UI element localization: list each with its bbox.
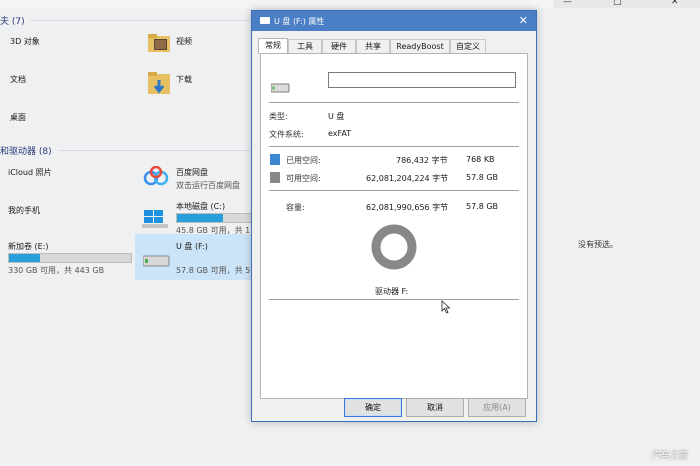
name-separator	[269, 102, 519, 103]
space-separator	[269, 190, 519, 191]
folders-section-header[interactable]: 夫 (7)	[0, 14, 25, 27]
downloads-folder-icon	[147, 70, 171, 102]
preview-pane-text: 没有预选。	[578, 240, 618, 249]
new-volume-title[interactable]: 新加卷 (E:)	[8, 241, 49, 252]
baidu-netdisk-title[interactable]: 百度网盘	[176, 167, 208, 178]
baidu-netdisk-icon	[143, 165, 169, 190]
capacity-label: 容量:	[286, 203, 305, 212]
baidu-netdisk-subtitle: 双击运行百度网盘	[176, 181, 240, 190]
usb-drive-info: 57.8 GB 可用，共 57	[176, 266, 256, 275]
free-space-label: 可用空间:	[286, 174, 321, 183]
used-space-size: 768 KB	[466, 155, 495, 164]
my-phone-label[interactable]: 我的手机	[8, 205, 40, 216]
folder-desktop-label[interactable]: 桌面	[10, 112, 26, 123]
used-space-swatch	[270, 154, 280, 165]
capacity-size: 57.8 GB	[466, 202, 499, 211]
used-space-bytes: 786,432 字节	[396, 156, 448, 165]
folder-documents-label[interactable]: 文档	[10, 74, 26, 85]
video-folder-icon	[147, 32, 171, 56]
tab-sharing[interactable]: 共享	[356, 39, 390, 53]
local-disk-usage-bar	[176, 213, 252, 223]
tab-hardware[interactable]: 硬件	[322, 39, 356, 53]
folder-downloads-label[interactable]: 下载	[176, 74, 192, 85]
cancel-button[interactable]: 取消	[406, 398, 464, 417]
close-button[interactable]: ✕	[671, 0, 679, 7]
drive-usage-donut	[371, 224, 417, 270]
type-label: 类型:	[269, 112, 288, 121]
apply-button[interactable]: 应用(A)	[468, 398, 526, 417]
mouse-cursor-icon	[441, 300, 451, 314]
dialog-close-button[interactable]: ✕	[519, 14, 528, 27]
dialog-titlebar[interactable]: U 盘 (F:) 属性 ✕	[252, 11, 536, 31]
icloud-photos-label[interactable]: iCloud 照片	[8, 167, 52, 178]
new-volume-info: 330 GB 可用，共 443 GB	[8, 266, 105, 275]
usb-drive-icon	[270, 82, 291, 96]
tab-readyboost[interactable]: ReadyBoost	[390, 39, 450, 53]
used-space-label: 已用空间:	[286, 156, 321, 165]
folder-videos-label[interactable]: 视频	[176, 36, 192, 47]
free-space-bytes: 62,081,204,224 字节	[366, 174, 449, 183]
ok-button[interactable]: 确定	[344, 398, 402, 417]
filesystem-value: exFAT	[328, 129, 352, 138]
tab-general[interactable]: 常规	[258, 38, 288, 54]
drive-title-icon	[260, 17, 270, 24]
type-value: U 盘	[328, 112, 345, 121]
free-space-swatch	[270, 172, 280, 183]
usb-properties-dialog: U 盘 (F:) 属性 ✕ 常规 工具 硬件 共享 ReadyBoost 自定义…	[251, 10, 537, 422]
devices-section-header[interactable]: 和驱动器 (8)	[0, 144, 52, 157]
type-separator	[269, 146, 519, 147]
tab-customize[interactable]: 自定义	[450, 39, 486, 53]
usb-drive-icon	[142, 253, 171, 271]
drive-letter-label: 驱动器 F:	[375, 287, 409, 296]
watermark-logo: 汽车之家	[652, 451, 689, 461]
usb-drive-title[interactable]: U 盘 (F:)	[176, 241, 208, 252]
general-tab-panel: 类型: U 盘 文件系统: exFAT 已用空间: 786,432 字节 768…	[260, 53, 528, 399]
free-space-size: 57.8 GB	[466, 173, 499, 182]
3d-objects-label: 3D 对象	[10, 37, 40, 46]
drive-name-input[interactable]	[328, 72, 516, 88]
free-space-ring	[371, 224, 417, 270]
maximize-button[interactable]: □	[613, 0, 622, 7]
filesystem-label: 文件系统:	[269, 130, 304, 139]
local-disk-title[interactable]: 本地磁盘 (C:)	[176, 201, 225, 212]
tab-tools[interactable]: 工具	[288, 39, 322, 53]
new-volume-usage-bar	[8, 253, 132, 263]
local-disk-usage-fill	[177, 214, 223, 222]
devices-section-divider	[58, 150, 250, 151]
minimize-button[interactable]: —	[563, 0, 572, 7]
local-disk-icon	[142, 207, 170, 231]
new-volume-usage-fill	[9, 254, 41, 262]
capacity-bytes: 62,081,990,656 字节	[366, 203, 449, 212]
dialog-title: U 盘 (F:) 属性	[274, 17, 325, 26]
folders-section-divider	[30, 20, 250, 21]
window-controls: — □ ✕	[553, 0, 700, 8]
bottom-separator	[269, 299, 519, 300]
